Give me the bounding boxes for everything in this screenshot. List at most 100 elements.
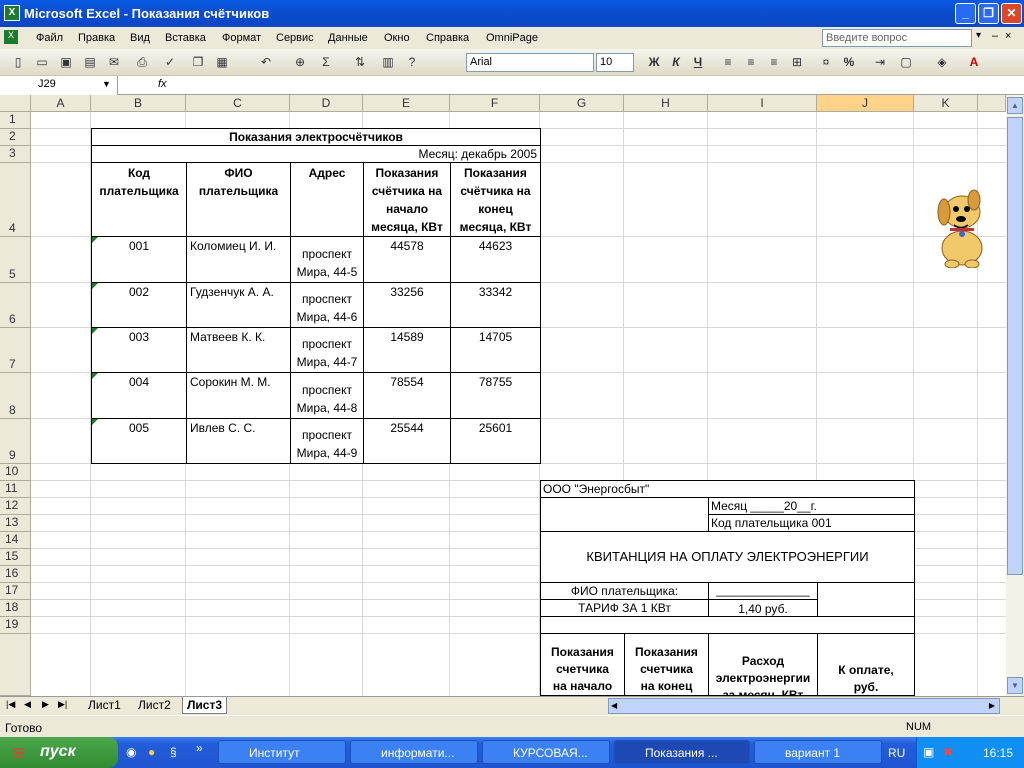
font-size-select[interactable]: 10 — [596, 53, 634, 72]
office-assistant-dog[interactable] — [930, 182, 994, 268]
task-informatics[interactable]: информати... — [350, 740, 478, 764]
receipt-title[interactable]: КВИТАНЦИЯ НА ОПЛАТУ ЭЛЕКТРОЭНЕРГИИ — [540, 531, 915, 583]
vertical-scrollbar[interactable]: ▲ ▼ — [1006, 95, 1024, 696]
percent-button[interactable]: % — [841, 54, 857, 70]
help-icon[interactable]: ? — [404, 54, 420, 70]
align-right-icon[interactable]: ≡ — [766, 54, 782, 70]
doc-close-button[interactable]: × — [1005, 30, 1011, 42]
task-variant[interactable]: вариант 1 — [754, 740, 882, 764]
undo-icon[interactable]: ↶ — [258, 54, 274, 70]
merge-center-icon[interactable]: ⊞ — [789, 54, 805, 70]
print-icon[interactable]: ⎙ — [134, 54, 150, 70]
row3-name[interactable]: Матвеев К. К. — [186, 327, 291, 373]
quicklaunch-more-icon[interactable]: » — [196, 741, 203, 755]
row1-start[interactable]: 44578 — [363, 236, 451, 283]
row-header-4[interactable]: 4 — [0, 163, 31, 237]
row3-end[interactable]: 14705 — [450, 327, 541, 373]
font-color-icon[interactable]: A — [966, 54, 982, 70]
row2-name[interactable]: Гудзенчук А. А. — [186, 282, 291, 328]
row-header-18[interactable]: 18 — [0, 600, 31, 617]
next-sheet-icon[interactable]: ▶ — [42, 699, 49, 710]
receipt-header-end[interactable]: Показания счетчика на конец — [624, 633, 709, 696]
row-header-14[interactable]: 14 — [0, 532, 31, 549]
row-header-6[interactable]: 6 — [0, 283, 31, 328]
name-box[interactable]: J29 — [0, 76, 118, 95]
receipt-fio-label[interactable]: ФИО плательщика: — [540, 582, 709, 600]
row-header-11[interactable]: 11 — [0, 481, 31, 498]
receipt-header-usage[interactable]: Расход электроэнергии за месяц, КВт — [708, 633, 818, 696]
excel-icon[interactable]: X — [4, 5, 20, 21]
col-header-a[interactable]: A — [31, 95, 91, 112]
row5-start[interactable]: 25544 — [363, 418, 451, 464]
row4-name[interactable]: Сорокин М. М. — [186, 372, 291, 419]
col-header-j[interactable]: J — [817, 95, 914, 112]
menu-tools[interactable]: Сервис — [276, 32, 314, 44]
receipt-spacer[interactable] — [540, 616, 915, 634]
row4-start[interactable]: 78554 — [363, 372, 451, 419]
col-header-i[interactable]: I — [708, 95, 817, 112]
row1-end[interactable]: 44623 — [450, 236, 541, 283]
row-header-10[interactable]: 10 — [0, 464, 31, 481]
row4-code[interactable]: 004 — [91, 372, 187, 419]
workbook-icon[interactable]: X — [4, 30, 18, 44]
task-coursework[interactable]: КУРСОВАЯ... — [482, 740, 610, 764]
receipt-tariff-value[interactable]: 1,40 руб. — [708, 599, 818, 617]
row3-code[interactable]: 003 — [91, 327, 187, 373]
receipt-blank[interactable] — [540, 497, 709, 532]
clock[interactable]: 16:15 — [983, 746, 1013, 760]
select-all-corner[interactable] — [0, 95, 31, 112]
italic-button[interactable]: К — [668, 54, 684, 70]
tab-sheet3[interactable]: Лист3 — [182, 697, 228, 714]
receipt-month[interactable]: Месяц _____20__г. — [708, 497, 915, 515]
menu-omnipage[interactable]: OmniPage — [486, 32, 538, 44]
fx-icon[interactable]: fx — [158, 78, 167, 90]
menu-data[interactable]: Данные — [328, 32, 368, 44]
app-icon[interactable]: § — [170, 745, 177, 759]
col-header-f[interactable]: F — [450, 95, 540, 112]
task-readings[interactable]: Показания ... — [614, 740, 750, 764]
chart-icon[interactable]: ▥ — [380, 54, 396, 70]
header-end[interactable]: Показания счётчика на конец месяца, КВт — [450, 162, 541, 237]
new-icon[interactable]: ▯ — [10, 54, 26, 70]
col-header-c[interactable]: C — [186, 95, 290, 112]
row-header-7[interactable]: 7 — [0, 328, 31, 373]
col-header-d[interactable]: D — [290, 95, 363, 112]
row-header-12[interactable]: 12 — [0, 498, 31, 515]
worksheet-grid[interactable]: A B C D E F G H I J K 1 2 3 4 5 6 7 8 9 … — [0, 95, 1006, 696]
row-header-13[interactable]: 13 — [0, 515, 31, 532]
row4-end[interactable]: 78755 — [450, 372, 541, 419]
menu-view[interactable]: Вид — [130, 32, 150, 44]
row-header-2[interactable]: 2 — [0, 129, 31, 146]
hyperlink-icon[interactable]: ⊕ — [292, 54, 308, 70]
quicklaunch-icon[interactable]: ◉ — [126, 745, 136, 759]
tray-alert-icon[interactable]: ✖ — [943, 745, 953, 759]
align-left-icon[interactable]: ≡ — [720, 54, 736, 70]
row-header-5[interactable]: 5 — [0, 237, 31, 283]
row5-address[interactable]: проспект Мира, 44-9 — [290, 418, 364, 464]
prev-sheet-icon[interactable]: ◀ — [24, 699, 31, 710]
col-header-k[interactable]: K — [914, 95, 978, 112]
task-institute[interactable]: Институт — [218, 740, 346, 764]
header-address[interactable]: Адрес — [290, 162, 364, 237]
row-header-1[interactable]: 1 — [0, 112, 31, 129]
font-name-select[interactable]: Arial — [466, 53, 594, 72]
spelling-icon[interactable]: ✓ — [162, 54, 178, 70]
row3-address[interactable]: проспект Мира, 44-7 — [290, 327, 364, 373]
minimize-button[interactable]: _ — [955, 3, 976, 24]
namebox-dropdown-icon[interactable]: ▼ — [102, 79, 111, 89]
row-header-16[interactable]: 16 — [0, 566, 31, 583]
close-button[interactable]: ✕ — [1001, 3, 1022, 24]
row5-end[interactable]: 25601 — [450, 418, 541, 464]
browser-icon[interactable]: ● — [148, 745, 155, 759]
receipt-fio-value[interactable]: ______________ — [708, 582, 818, 600]
row2-code[interactable]: 002 — [91, 282, 187, 328]
row1-code[interactable]: 001 — [91, 236, 187, 283]
tray-network-icon[interactable]: ▣ — [923, 745, 934, 759]
col-header-g[interactable]: G — [540, 95, 624, 112]
row-header-17[interactable]: 17 — [0, 583, 31, 600]
borders-icon[interactable]: ▢ — [898, 54, 914, 70]
autosum-icon[interactable]: Σ — [318, 54, 334, 70]
header-code[interactable]: Код плательщика — [91, 162, 187, 237]
col-header-h[interactable]: H — [624, 95, 708, 112]
receipt-tariff-label[interactable]: ТАРИФ ЗА 1 КВт — [540, 599, 709, 617]
